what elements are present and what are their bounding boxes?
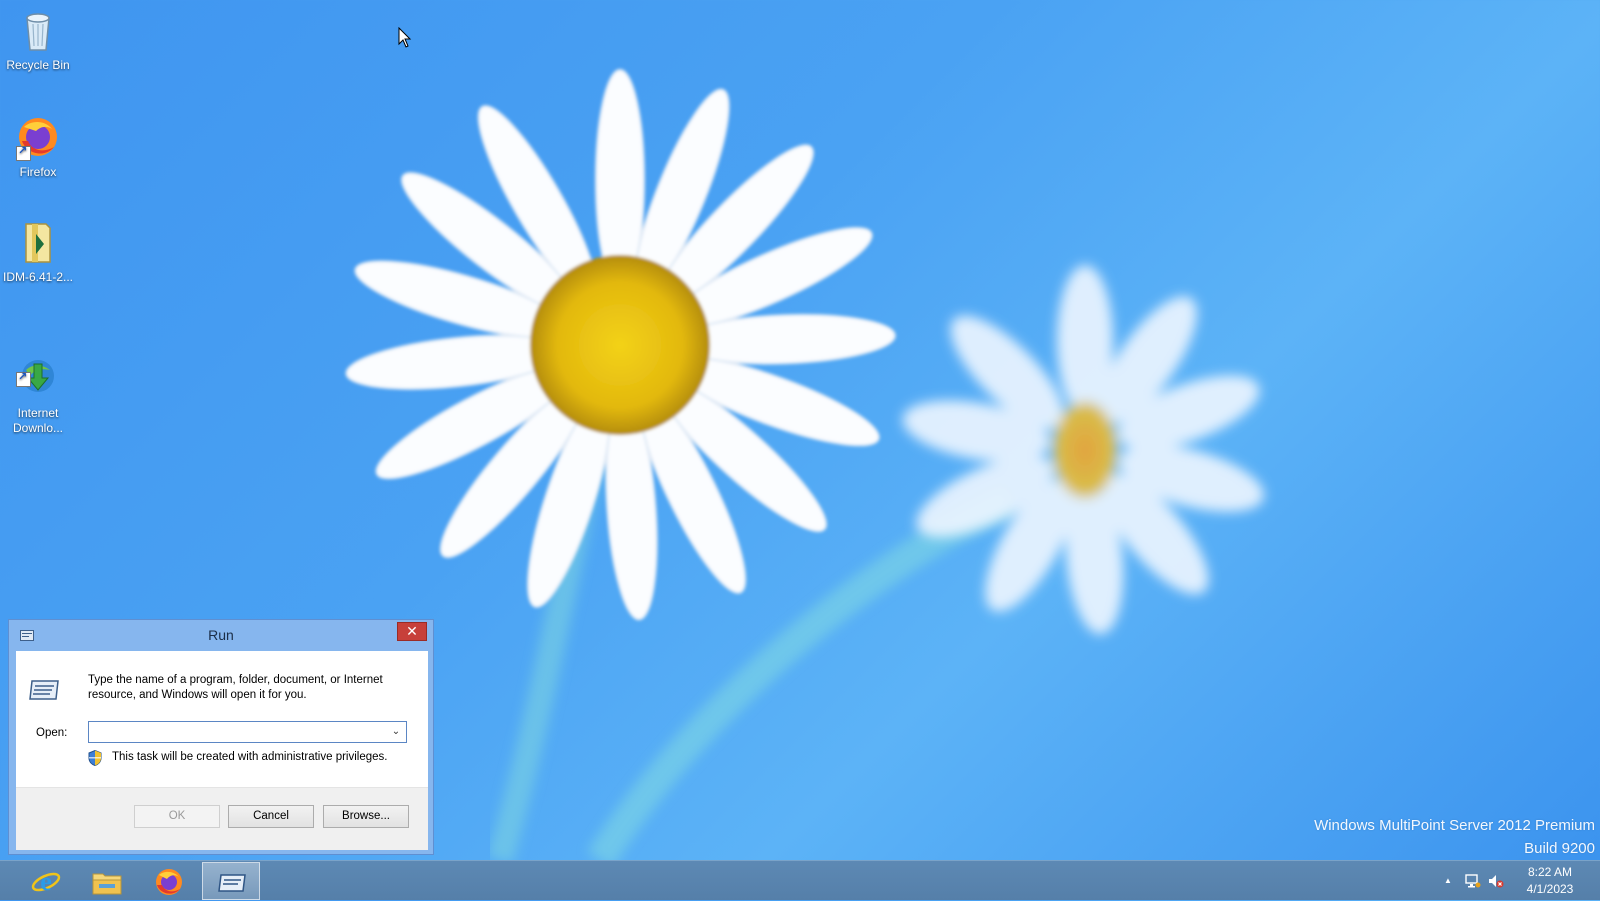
internet-download-manager-icon xyxy=(14,339,62,392)
archive-folder-icon xyxy=(14,218,62,266)
run-description: Type the name of a program, folder, docu… xyxy=(88,674,383,701)
desktop: Recycle Bin Firefox IDM-6.41-2... xyxy=(0,0,1600,860)
os-build-text: Build 9200 xyxy=(1524,840,1595,857)
cancel-button[interactable]: Cancel xyxy=(228,805,314,828)
os-watermark: Windows MultiPoint Server 2012 Premium B… xyxy=(1314,814,1595,860)
desktop-icon-recycle-bin[interactable]: Recycle Bin xyxy=(1,6,75,73)
browse-button[interactable]: Browse... xyxy=(323,805,409,828)
desktop-icon-firefox[interactable]: Firefox xyxy=(1,113,75,180)
taskbar-internet-explorer[interactable]: e xyxy=(17,862,75,900)
speaker-muted-icon[interactable] xyxy=(1488,873,1504,889)
file-explorer-icon xyxy=(92,873,122,895)
shortcut-arrow-icon xyxy=(16,144,31,161)
run-dialog: Run ✕ Type the name of a program, folder… xyxy=(8,619,434,855)
desktop-icon-internet-download-manager[interactable]: Internet Downlo... xyxy=(1,324,75,451)
desktop-icon-label: Recycle Bin xyxy=(6,58,70,72)
run-icon xyxy=(218,874,246,892)
clock[interactable]: 8:22 AM 4/1/2023 xyxy=(1518,864,1582,898)
open-label: Open: xyxy=(36,727,68,739)
desktop-icon-label: IDM-6.41-2... xyxy=(2,270,74,284)
taskbar: e ▲ 8:22 AM 4/1/2023 xyxy=(0,860,1600,900)
ok-button[interactable]: OK xyxy=(134,805,220,828)
taskbar-file-explorer[interactable] xyxy=(78,862,136,900)
open-input[interactable] xyxy=(90,723,386,741)
open-combobox[interactable]: ⌄ xyxy=(88,721,407,743)
firefox-icon xyxy=(156,869,182,895)
clock-time: 8:22 AM xyxy=(1527,865,1573,879)
shortcut-arrow-icon xyxy=(16,370,31,387)
close-button[interactable]: ✕ xyxy=(397,622,427,641)
run-dialog-body: Type the name of a program, folder, docu… xyxy=(16,651,428,850)
chevron-down-icon[interactable]: ⌄ xyxy=(388,724,404,740)
clock-date: 4/1/2023 xyxy=(1526,882,1574,896)
taskbar-firefox[interactable] xyxy=(140,862,198,900)
system-tray: ▲ 8:22 AM 4/1/2023 xyxy=(1440,861,1600,901)
uac-shield-icon xyxy=(88,750,102,766)
run-program-icon xyxy=(29,680,59,700)
recycle-bin-icon xyxy=(14,6,62,54)
svg-text:e: e xyxy=(40,867,52,896)
run-title-bar[interactable]: Run ✕ xyxy=(9,620,433,651)
firefox-icon xyxy=(14,113,62,161)
os-edition-text: Windows MultiPoint Server 2012 Premium xyxy=(1314,817,1595,834)
desktop-icon-idm-archive[interactable]: IDM-6.41-2... xyxy=(1,218,75,285)
run-dialog-footer: OK Cancel Browse... xyxy=(16,787,428,850)
admin-privileges-note: This task will be created with administr… xyxy=(112,751,388,763)
network-icon[interactable] xyxy=(1465,873,1481,889)
run-dialog-title: Run xyxy=(208,627,234,643)
taskbar-run[interactable] xyxy=(202,862,260,900)
internet-explorer-icon: e xyxy=(31,867,61,896)
mouse-pointer-icon xyxy=(398,27,412,48)
desktop-icon-label: Firefox xyxy=(19,165,57,179)
show-hidden-icons-button[interactable]: ▲ xyxy=(1440,873,1456,889)
